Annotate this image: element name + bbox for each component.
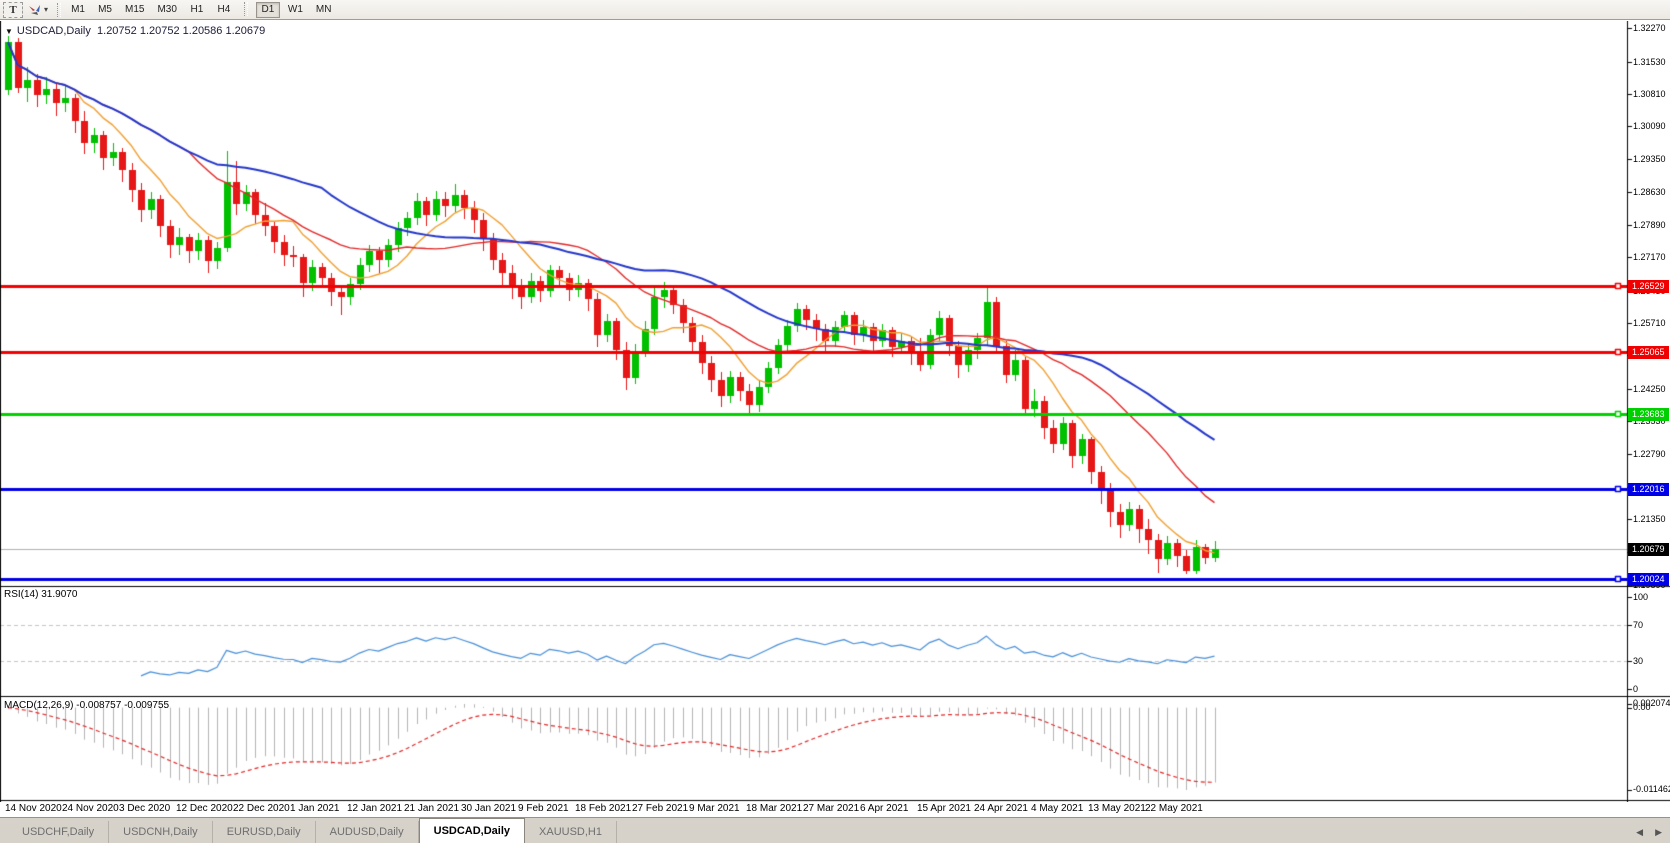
price-tick: 1.30810 <box>1633 89 1666 99</box>
price-axis: 1.32270 1.31530 1.30810 1.30090 1.29350 1.286… <box>1628 21 1670 802</box>
toolbar-separator <box>57 2 62 17</box>
rsi-indicator-value: 31.9070 <box>41 589 78 600</box>
time-tick: 24 Apr 2021 <box>974 803 1028 814</box>
rsi-scale-tick: 70 <box>1633 620 1644 630</box>
time-tick: 4 May 2021 <box>1031 803 1084 814</box>
price-tick: 1.32270 <box>1633 23 1666 33</box>
time-tick: 15 Apr 2021 <box>917 803 971 814</box>
arrows-tool-button[interactable]: ▾ <box>27 3 52 17</box>
price-tick: 1.25710 <box>1633 318 1666 328</box>
price-tick: 1.22790 <box>1633 449 1666 459</box>
price-tick: 1.21350 <box>1633 514 1666 524</box>
text-tool-button[interactable]: T <box>3 1 23 18</box>
toolbar: T ▾ M1 M5 M15 M30 H1 H4 D1 W1 MN <box>0 0 1670 20</box>
timeframe-button-group: M1 M5 M15 M30 H1 H4 D1 W1 MN <box>66 1 337 18</box>
symbol-dropdown-icon[interactable]: ▼ <box>5 27 13 36</box>
time-tick: 1 Jan 2021 <box>290 803 340 814</box>
timeframe-button-mn[interactable]: MN <box>311 2 337 18</box>
rsi-indicator-label-row: RSI(14) 31.9070 <box>4 589 77 600</box>
time-tick: 21 Jan 2021 <box>404 803 460 814</box>
toolbar-separator <box>243 1 248 16</box>
macd-scale-tick: 0.00 <box>1633 702 1651 712</box>
price-tick: 1.27890 <box>1633 220 1666 230</box>
price-level-badge: 1.20024 <box>1628 573 1669 586</box>
time-tick: 9 Feb 2021 <box>518 803 569 814</box>
price-level-badge: 1.25065 <box>1628 346 1669 359</box>
price-level-badge: 1.23683 <box>1628 408 1669 421</box>
rsi-scale-tick: 30 <box>1633 656 1644 666</box>
chart-tab-usdcad-daily[interactable]: USDCAD,Daily <box>418 818 526 843</box>
chart-tab-eurusd-daily[interactable]: EURUSD,Daily <box>213 821 316 843</box>
timeframe-button-h4[interactable]: H4 <box>212 2 236 18</box>
macd-indicator-values: -0.008757 -0.009755 <box>76 700 170 711</box>
chevron-down-icon: ▾ <box>44 5 49 14</box>
price-tick: 1.28630 <box>1633 187 1666 197</box>
time-tick: 27 Feb 2021 <box>632 803 689 814</box>
time-tick: 14 Nov 2020 <box>5 803 62 814</box>
rsi-scale-tick: 100 <box>1633 592 1649 602</box>
chart-symbol-period: USDCAD,Daily <box>16 25 91 37</box>
price-tick: 1.31530 <box>1633 57 1666 67</box>
time-tick: 12 Dec 2020 <box>176 803 233 814</box>
tab-scroll-left-icon[interactable]: ◀ <box>1636 827 1643 838</box>
chart-tab-xauusd-h1[interactable]: XAUUSD,H1 <box>525 821 617 843</box>
timeframe-button-m5[interactable]: M5 <box>93 2 117 18</box>
chart-ohlc: 1.20752 1.20752 1.20586 1.20679 <box>97 25 266 37</box>
trading-terminal: T ▾ M1 M5 M15 M30 H1 H4 D1 W1 MN ▼ USDCAD,Daily 1… <box>0 0 1670 843</box>
macd-indicator-label: MACD(12,26,9) <box>4 700 74 711</box>
time-tick: 3 Dec 2020 <box>119 803 171 814</box>
time-tick: 9 Mar 2021 <box>689 803 740 814</box>
price-level-badge: 1.22016 <box>1628 483 1669 496</box>
tab-scroll-right-icon[interactable]: ▶ <box>1655 827 1662 838</box>
price-tick: 1.30090 <box>1633 121 1666 131</box>
time-tick: 18 Mar 2021 <box>746 803 803 814</box>
timeframe-button-m30[interactable]: M30 <box>152 2 181 18</box>
chart-tab-audusd-daily[interactable]: AUDUSD,Daily <box>316 821 419 843</box>
current-price-badge: 1.20679 <box>1628 543 1669 556</box>
timeframe-button-m1[interactable]: M1 <box>66 2 90 18</box>
rsi-indicator-label: RSI(14) <box>4 589 39 600</box>
macd-scale-tick: -0.011462 <box>1633 784 1670 794</box>
time-tick: 13 May 2021 <box>1088 803 1146 814</box>
price-tick: 1.24250 <box>1633 384 1666 394</box>
chart-title: ▼ USDCAD,Daily 1.20752 1.20752 1.20586 1.… <box>5 25 265 37</box>
time-tick: 24 Nov 2020 <box>62 803 119 814</box>
macd-indicator-label-row: MACD(12,26,9) -0.008757 -0.009755 <box>4 700 169 711</box>
rsi-scale-tick: 0 <box>1633 684 1639 694</box>
chart-tab-usdchf-daily[interactable]: USDCHF,Daily <box>8 821 110 843</box>
time-tick: 30 Jan 2021 <box>461 803 517 814</box>
time-tick: 12 Jan 2021 <box>347 803 403 814</box>
time-tick: 27 Mar 2021 <box>803 803 860 814</box>
time-tick: 22 Dec 2020 <box>233 803 290 814</box>
price-tick: 1.29350 <box>1633 154 1666 164</box>
timeframe-button-w1[interactable]: W1 <box>283 2 308 18</box>
price-chart-canvas[interactable] <box>0 21 1670 802</box>
timeframe-button-h1[interactable]: H1 <box>185 2 209 18</box>
price-level-badge: 1.26529 <box>1628 280 1669 293</box>
chart-tab-usdcnh-daily[interactable]: USDCNH,Daily <box>109 821 213 843</box>
chart-tab-bar: USDCHF,Daily USDCNH,Daily EURUSD,Daily AUDU… <box>0 817 1670 843</box>
time-tick: 18 Feb 2021 <box>575 803 632 814</box>
timeframe-button-m15[interactable]: M15 <box>120 2 149 18</box>
time-tick: 22 May 2021 <box>1145 803 1203 814</box>
arrows-icon <box>29 4 40 15</box>
price-tick: 1.27170 <box>1633 252 1666 262</box>
tab-scroll-controls: ◀ ▶ <box>1636 827 1662 838</box>
time-tick: 6 Apr 2021 <box>860 803 909 814</box>
timeframe-button-d1[interactable]: D1 <box>255 1 280 18</box>
time-axis: 14 Nov 2020 24 Nov 2020 3 Dec 2020 12 Dec 2… <box>0 802 1627 817</box>
